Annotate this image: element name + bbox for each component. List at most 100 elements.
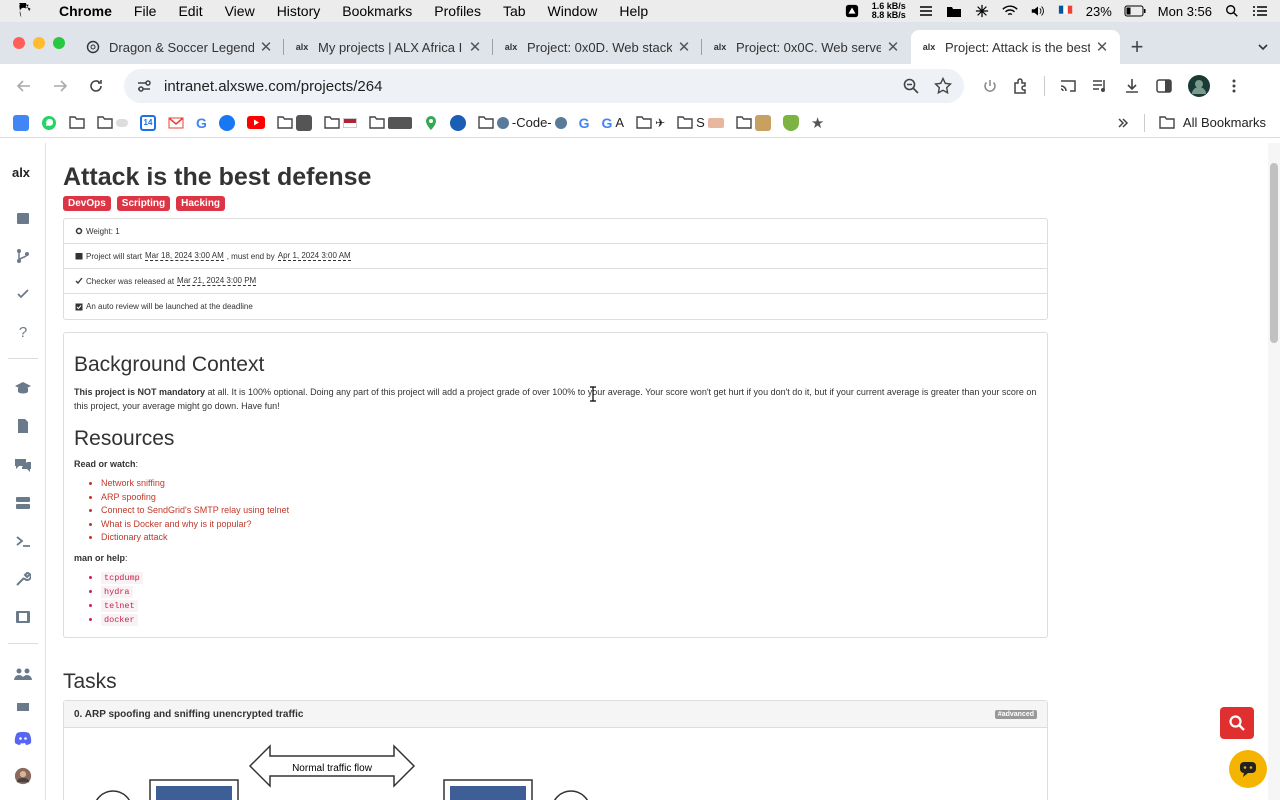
bookmark-star[interactable]: ★ [808,112,827,134]
menu-view[interactable]: View [214,3,266,19]
user-avatar[interactable] [14,767,32,785]
tab-dragon-soccer[interactable]: Dragon & Soccer Legend ✕ [75,30,284,64]
bookmark-folder-cloud[interactable] [94,112,131,134]
branch-icon[interactable] [14,247,32,265]
media-controls-icon[interactable] [1091,77,1109,95]
address-bar[interactable]: intranet.alxswe.com/projects/264 [124,69,964,103]
reload-button[interactable] [78,68,114,104]
question-icon[interactable]: ? [14,323,32,341]
close-tab-icon[interactable]: ✕ [885,38,901,56]
bookmark-google-a[interactable]: GA [599,112,628,134]
control-center-icon[interactable] [1252,4,1268,18]
tag-devops[interactable]: DevOps [63,196,111,211]
battery-icon[interactable] [1124,4,1146,18]
menu-file[interactable]: File [123,3,168,19]
profile-avatar[interactable] [1187,74,1211,98]
menu-window[interactable]: Window [537,3,609,19]
tag-hacking[interactable]: Hacking [176,196,226,211]
bookmark-google-2[interactable]: G [576,112,593,134]
power-extension-icon[interactable] [982,78,998,94]
bookmark-maps[interactable] [421,112,441,134]
bookmark-facebook[interactable] [216,112,238,134]
tab-search-button[interactable] [1246,30,1280,64]
drive-icon[interactable] [844,4,860,18]
document-icon[interactable] [14,417,32,435]
fan-icon[interactable] [974,4,990,18]
back-button[interactable] [6,68,42,104]
extensions-puzzle-icon[interactable] [1012,77,1030,95]
link-arp-spoofing[interactable]: ARP spoofing [101,491,1037,505]
bookmark-whatsapp[interactable] [38,112,60,134]
bookmark-gmail[interactable] [165,112,187,134]
bookmark-google[interactable]: G [193,112,210,134]
tab-web-server[interactable]: alx Project: 0x0C. Web server ✕ [702,30,911,64]
menu-app-chrome[interactable]: Chrome [48,3,123,19]
partial-icon[interactable] [14,703,32,711]
bookmark-folder-s[interactable]: S [674,112,727,134]
zoom-window-button[interactable] [53,37,65,49]
floating-search-button[interactable] [1220,707,1254,739]
bookmark-folder-us[interactable] [321,112,360,134]
chat-bubbles-icon[interactable] [14,456,32,474]
wifi-icon[interactable] [1002,4,1018,18]
scrollbar-thumb[interactable] [1270,163,1278,343]
chevron-double-right-icon[interactable] [1116,116,1130,130]
link-docker[interactable]: What is Docker and why is it popular? [101,518,1037,532]
minimize-window-button[interactable] [33,37,45,49]
bookmark-youtube[interactable] [244,112,268,134]
people-icon[interactable] [14,665,32,683]
zoom-icon[interactable] [902,77,920,95]
side-panel-icon[interactable] [1155,77,1173,95]
bookmark-folder-media[interactable] [366,112,415,134]
all-bookmarks-button[interactable]: All Bookmarks [1183,115,1266,130]
bookmark-folder-box[interactable] [733,112,774,134]
check-icon[interactable] [14,285,32,303]
film-icon[interactable] [14,608,32,626]
page-scrollbar[interactable] [1268,143,1280,800]
calendar-icon[interactable] [14,209,32,227]
bookmark-calendar[interactable]: 14 [137,112,159,134]
folder-menu-icon[interactable] [946,4,962,18]
flag-icon[interactable] [1058,4,1074,18]
site-info-icon[interactable] [136,78,152,94]
link-dictionary-attack[interactable]: Dictionary attack [101,531,1037,545]
close-tab-icon[interactable]: ✕ [467,38,483,56]
menu-help[interactable]: Help [608,3,659,19]
bookmark-android[interactable] [780,112,802,134]
menu-bookmarks[interactable]: Bookmarks [331,3,423,19]
bookmark-translate[interactable] [10,112,32,134]
menu-edit[interactable]: Edit [167,3,213,19]
menu-profiles[interactable]: Profiles [423,3,492,19]
bookmark-folder-code[interactable]: -Code- [475,112,570,134]
tab-my-projects[interactable]: alx My projects | ALX Africa Intranet ✕ [284,30,493,64]
wrench-icon[interactable] [14,570,32,588]
alx-logo[interactable]: alx [12,163,30,181]
apple-icon[interactable] [18,3,34,19]
close-window-button[interactable] [13,37,25,49]
discord-icon[interactable] [14,729,32,747]
bookmark-edge[interactable] [447,112,469,134]
tab-web-stack-debugging[interactable]: alx Project: 0x0D. Web stack debugging ✕ [493,30,702,64]
link-sendgrid-telnet[interactable]: Connect to SendGrid's SMTP relay using t… [101,504,1037,518]
close-tab-icon[interactable]: ✕ [1094,38,1110,56]
graduation-cap-icon[interactable] [14,379,32,397]
terminal-icon[interactable] [14,532,32,550]
sliders-icon[interactable] [918,4,934,18]
menu-history[interactable]: History [266,3,332,19]
new-tab-button[interactable]: + [1120,30,1154,64]
clock[interactable]: Mon 3:56 [1158,4,1212,19]
chat-support-button[interactable] [1229,750,1267,788]
bookmark-folder-2[interactable] [274,112,315,134]
close-tab-icon[interactable]: ✕ [676,38,692,56]
bookmark-folder[interactable] [66,112,88,134]
link-network-sniffing[interactable]: Network sniffing [101,477,1037,491]
spotlight-search-icon[interactable] [1224,4,1240,18]
forward-button[interactable] [42,68,78,104]
cast-icon[interactable] [1059,77,1077,95]
tab-attack-defense[interactable]: alx Project: Attack is the best defense … [911,30,1120,64]
url-text[interactable]: intranet.alxswe.com/projects/264 [164,78,902,95]
tag-scripting[interactable]: Scripting [116,196,171,211]
volume-icon[interactable] [1030,4,1046,18]
star-bookmark-icon[interactable] [934,77,952,95]
download-icon[interactable] [1123,77,1141,95]
